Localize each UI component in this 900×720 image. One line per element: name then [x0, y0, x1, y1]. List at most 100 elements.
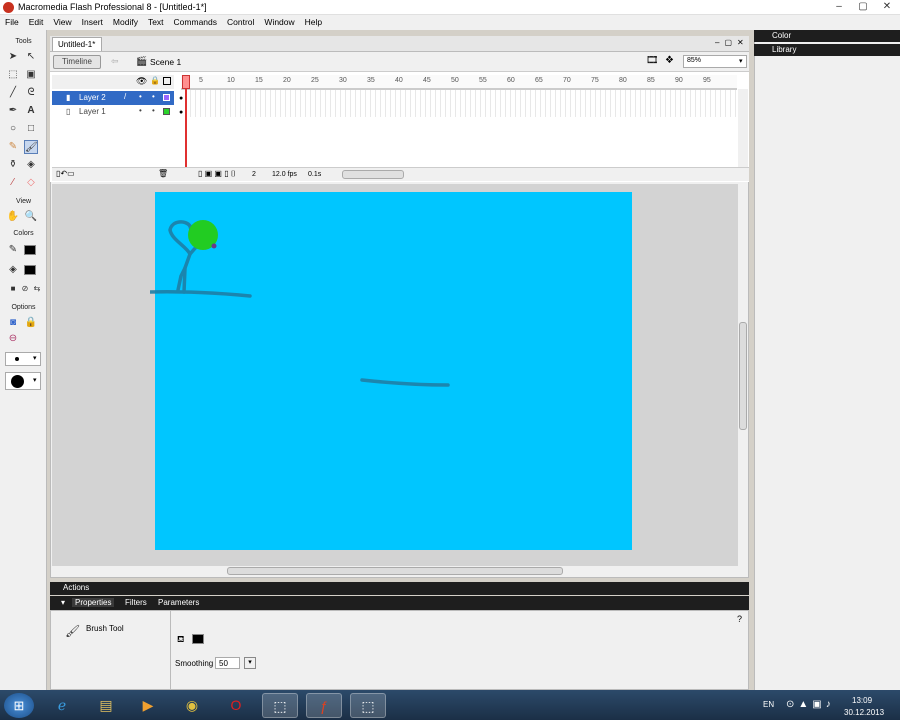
layer-row-1[interactable]: ▯ Layer 1 • •	[52, 105, 174, 119]
frame-ruler[interactable]: 5 10 15 20 25 30 35 40 45 50 55 60 65 70…	[181, 75, 737, 89]
help-icon[interactable]: ?	[737, 614, 742, 624]
menu-help[interactable]: Help	[300, 15, 327, 27]
free-transform-tool-icon[interactable]: ⬚	[6, 68, 20, 82]
frame-grid[interactable]	[181, 89, 737, 117]
zoom-tool-icon[interactable]: 🔍	[24, 210, 38, 224]
zoom-dropdown[interactable]: 85% ▾	[683, 55, 747, 68]
chrome-icon[interactable]: ◉	[174, 693, 210, 718]
close-button[interactable]: ✕	[880, 1, 894, 14]
language-indicator[interactable]: EN	[763, 700, 774, 709]
media-player-icon[interactable]: ▶	[130, 693, 166, 718]
menu-text[interactable]: Text	[143, 15, 169, 27]
brush-tool-icon[interactable]: 🖌	[24, 140, 38, 154]
pencil-tool-icon[interactable]: ✎	[6, 140, 20, 154]
menu-commands[interactable]: Commands	[169, 15, 222, 27]
app-icon[interactable]: ⬚	[262, 693, 298, 718]
actions-panel-header[interactable]: Actions	[50, 582, 749, 595]
rectangle-tool-icon[interactable]: □	[24, 122, 38, 136]
edit-scene-icon[interactable]: 🎞	[646, 55, 659, 66]
smoothing-dropdown-button[interactable]: ▾	[244, 657, 256, 669]
onion-skin-icons[interactable]: ▯ ▣ ▣ ▯ ⌷	[198, 169, 236, 179]
fill-color-icon[interactable]: ◈	[6, 263, 20, 277]
opera-icon[interactable]: O	[218, 693, 254, 718]
delete-layer-icon[interactable]: 🗑	[158, 169, 168, 178]
oval-tool-icon[interactable]: ○	[6, 122, 20, 136]
menu-insert[interactable]: Insert	[77, 15, 108, 27]
brush-mode-icon[interactable]: ⊖	[6, 332, 20, 346]
brush-shape-dropdown[interactable]: ▾	[5, 372, 41, 390]
explorer-icon[interactable]: ▤	[88, 693, 124, 718]
horizontal-scroll-thumb[interactable]	[227, 567, 563, 575]
swap-colors-icon[interactable]: ⇆	[30, 282, 44, 296]
menu-window[interactable]: Window	[259, 15, 299, 27]
ruler-label: 80	[619, 77, 627, 84]
text-tool-icon[interactable]: A	[24, 104, 38, 118]
menu-file[interactable]: File	[0, 15, 24, 27]
color-panel-header[interactable]: Color	[754, 30, 900, 42]
floor-stroke[interactable]	[150, 289, 252, 298]
smoothing-input[interactable]: 50	[215, 657, 240, 669]
tab-properties[interactable]: Properties	[72, 598, 115, 607]
lasso-tool-icon[interactable]: ᘓ	[24, 86, 38, 100]
playhead[interactable]	[185, 75, 187, 180]
hand-tool-icon[interactable]: ✋	[6, 210, 20, 224]
vertical-scroll-thumb[interactable]	[739, 322, 747, 430]
menu-control[interactable]: Control	[222, 15, 259, 27]
object-drawing-icon[interactable]: ◙	[6, 316, 20, 330]
library-panel-header[interactable]: Library	[754, 44, 900, 56]
fill-transform-tool-icon[interactable]: ▣	[24, 68, 38, 82]
lock-fill-icon[interactable]: 🔒	[24, 316, 38, 330]
selection-tool-icon[interactable]: ➤	[6, 50, 20, 64]
brush-cursor-icon	[211, 243, 217, 249]
flash-taskbar-icon[interactable]: ƒ	[306, 693, 342, 718]
lock-dot-icon: •	[152, 92, 155, 101]
window-title: Macromedia Flash Professional 8 - [Untit…	[18, 2, 207, 12]
keyframe-icon[interactable]: ●	[179, 95, 183, 102]
show-hide-icon[interactable]: 👁	[136, 76, 147, 87]
fill-color-swatch[interactable]	[192, 634, 204, 644]
maximize-button[interactable]: ▢	[856, 1, 870, 14]
subselection-tool-icon[interactable]: ↖	[24, 50, 38, 64]
stroke-color-swatch[interactable]	[24, 245, 36, 255]
clock-date[interactable]: 30.12.2013	[844, 708, 884, 717]
stroke-color-icon[interactable]: ✎	[6, 243, 20, 257]
paint-bucket-tool-icon[interactable]: ◈	[24, 158, 38, 172]
brush-size-dropdown[interactable]: ▾	[5, 352, 41, 366]
stick-arm-stroke[interactable]	[168, 220, 192, 256]
layer-row-2[interactable]: ▮ Layer 2 / • •	[52, 91, 174, 105]
collapse-arrow-icon[interactable]: ▾	[61, 598, 65, 607]
eyedropper-tool-icon[interactable]: ⁄	[6, 176, 20, 190]
outline-all-icon[interactable]	[163, 77, 171, 85]
ie-icon[interactable]: ℯ	[44, 693, 80, 718]
fill-bucket-icon: ⛾	[177, 634, 185, 644]
insert-layer-icon[interactable]: ▯↶▭	[56, 169, 75, 178]
edit-symbols-icon[interactable]: ❖	[665, 55, 674, 66]
stage-drawing[interactable]	[150, 190, 470, 400]
tab-filters[interactable]: Filters	[125, 598, 147, 607]
menu-view[interactable]: View	[48, 15, 76, 27]
minimize-button[interactable]: –	[832, 1, 846, 14]
tray-icons[interactable]: ⊙▲▣♪	[786, 699, 835, 710]
app-icon-2[interactable]: ⬚	[350, 693, 386, 718]
keyframe-icon[interactable]: ●	[179, 109, 183, 116]
timeline-scrollbar[interactable]	[738, 89, 748, 167]
menu-edit[interactable]: Edit	[24, 15, 49, 27]
playhead-handle[interactable]	[182, 75, 190, 89]
pen-tool-icon[interactable]: ✒	[6, 104, 20, 118]
lock-all-icon[interactable]: 🔒	[150, 76, 160, 85]
start-button[interactable]: ⊞	[4, 693, 34, 718]
timeline-toggle-button[interactable]: Timeline	[53, 55, 101, 69]
tab-parameters[interactable]: Parameters	[158, 598, 199, 607]
ink-bottle-tool-icon[interactable]: ⚱	[6, 158, 20, 172]
menu-modify[interactable]: Modify	[108, 15, 143, 27]
line-tool-icon[interactable]: ╱	[6, 86, 20, 100]
frame-rate[interactable]: 12.0 fps	[272, 171, 297, 178]
fill-color-swatch[interactable]	[24, 265, 36, 275]
line-stroke[interactable]	[360, 378, 450, 387]
timeline-hscroll-thumb[interactable]	[342, 170, 404, 179]
document-window-controls[interactable]: –▢✕	[715, 38, 749, 47]
eraser-tool-icon[interactable]: ◇	[24, 176, 38, 190]
clock-time[interactable]: 13:09	[852, 696, 872, 705]
document-tab[interactable]: Untitled-1*	[52, 37, 102, 51]
back-arrow-icon[interactable]: ⇦	[111, 56, 119, 67]
